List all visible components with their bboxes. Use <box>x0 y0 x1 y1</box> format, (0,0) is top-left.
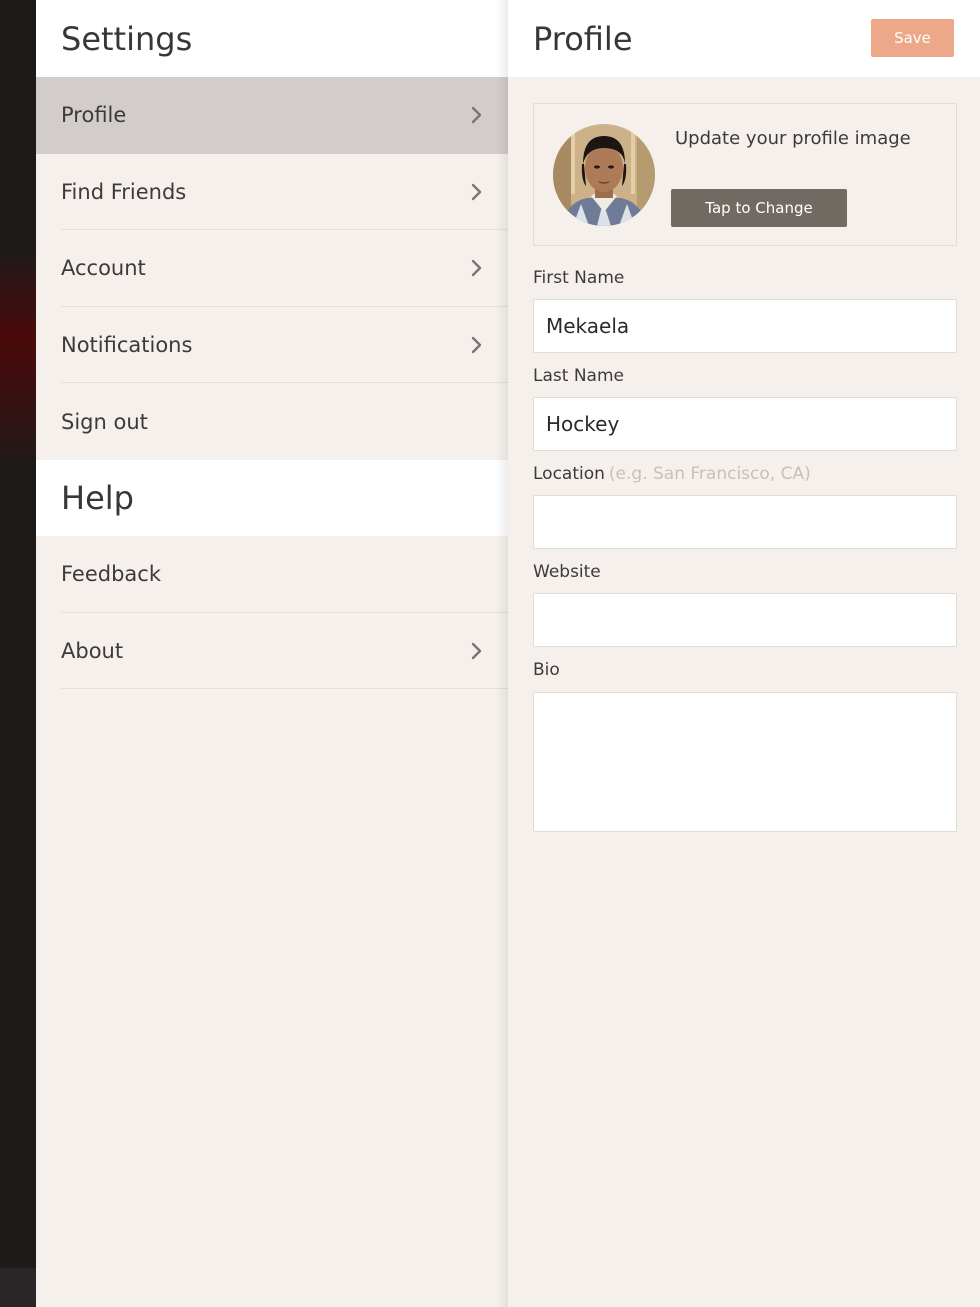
panel-shadow <box>496 0 508 1307</box>
update-image-prompt: Update your profile image <box>675 128 911 149</box>
background-backdrop <box>0 0 36 1307</box>
profile-title: Profile <box>533 19 633 58</box>
backdrop-band <box>0 1268 36 1307</box>
first-name-field[interactable] <box>533 299 957 353</box>
menu-item-about[interactable]: About <box>36 613 508 690</box>
bio-field[interactable] <box>533 692 957 832</box>
menu-item-account[interactable]: Account <box>36 230 508 307</box>
profile-image-card: Update your profile image Tap to Change <box>533 103 957 246</box>
menu-item-label: Notifications <box>61 333 193 358</box>
menu-item-label: Find Friends <box>61 179 187 204</box>
save-button[interactable]: Save <box>871 19 954 57</box>
chevron-right-icon <box>471 183 482 201</box>
backdrop-blur <box>0 250 36 470</box>
chevron-right-icon <box>471 107 482 124</box>
settings-title: Settings <box>61 19 193 58</box>
last-name-field[interactable] <box>533 397 957 451</box>
menu-item-notifications[interactable]: Notifications <box>36 307 508 384</box>
chevron-right-icon <box>471 260 482 277</box>
help-header: Help <box>36 459 508 536</box>
first-name-label: First Name <box>533 268 625 288</box>
help-title: Help <box>61 478 134 517</box>
menu-item-feedback[interactable]: Feedback <box>36 536 508 613</box>
location-label-group: Location (e.g. San Francisco, CA) <box>533 464 811 484</box>
website-label: Website <box>533 562 601 582</box>
menu-item-find-friends[interactable]: Find Friends <box>36 154 508 231</box>
bio-label: Bio <box>533 660 560 680</box>
avatar[interactable] <box>553 124 655 226</box>
menu-item-label: Profile <box>61 103 127 128</box>
profile-panel: Profile Save Update your profile image T… <box>508 0 980 1307</box>
settings-header: Settings <box>36 0 508 77</box>
profile-header: Profile Save <box>508 0 980 77</box>
menu-item-profile[interactable]: Profile <box>36 77 508 154</box>
chevron-right-icon <box>471 336 482 354</box>
profile-photo <box>553 124 655 226</box>
location-hint: (e.g. San Francisco, CA) <box>608 464 811 484</box>
tap-to-change-button[interactable]: Tap to Change <box>671 189 847 227</box>
menu-item-label: About <box>61 638 124 663</box>
menu-item-label: Feedback <box>61 562 162 587</box>
location-label: Location <box>533 464 605 484</box>
settings-panel: Settings Profile Find Friends Account No… <box>36 0 508 1307</box>
menu-item-sign-out[interactable]: Sign out <box>36 383 508 460</box>
chevron-right-icon <box>471 642 482 660</box>
website-field[interactable] <box>533 593 957 647</box>
menu-item-label: Account <box>61 256 146 281</box>
location-field[interactable] <box>533 495 957 549</box>
last-name-label: Last Name <box>533 366 624 386</box>
menu-item-label: Sign out <box>61 409 148 434</box>
